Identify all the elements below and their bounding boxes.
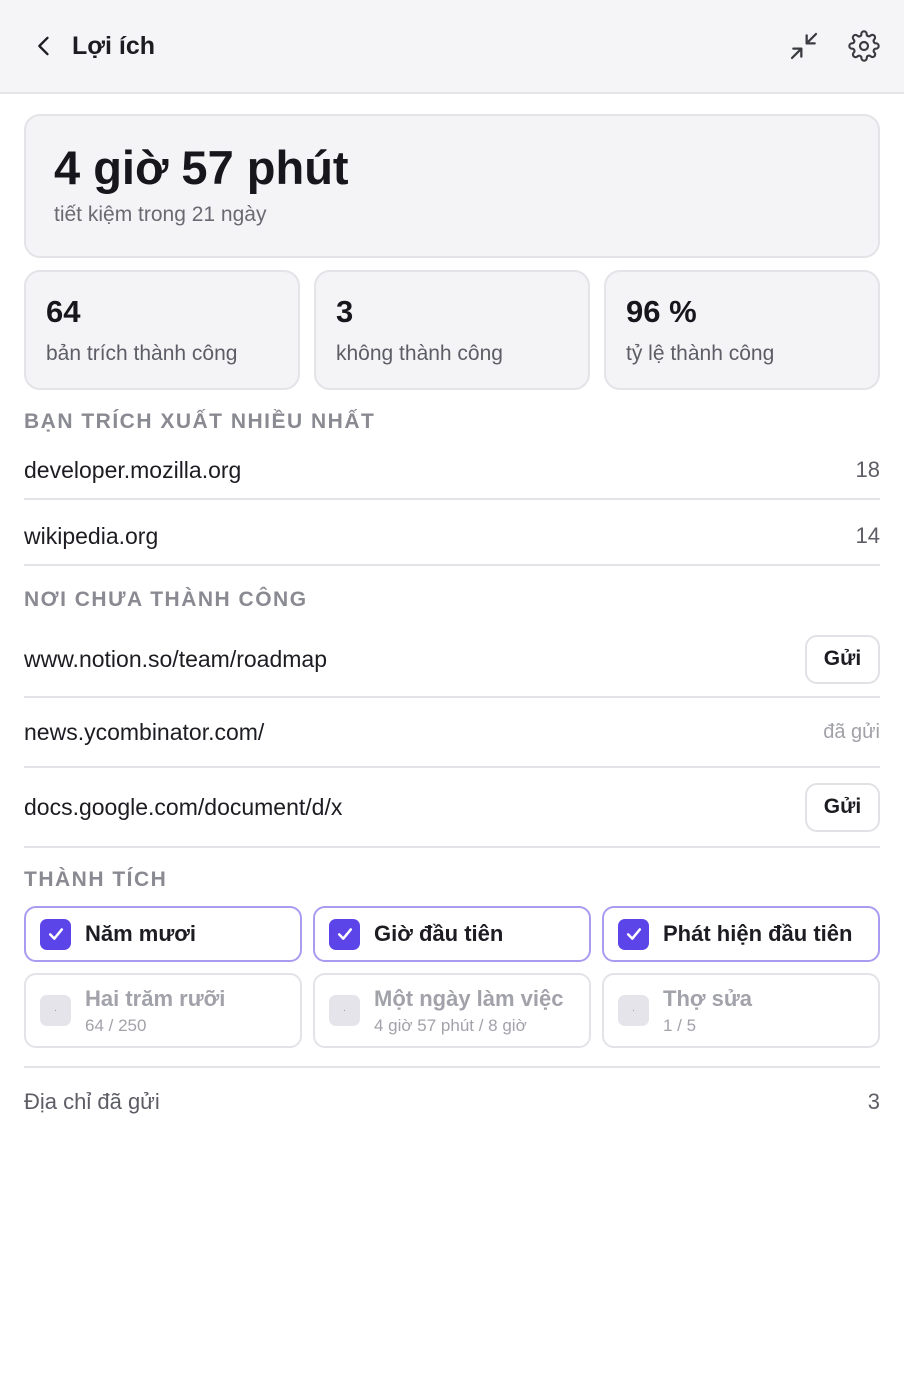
achievement-progress: 4 giờ 57 phút / 8 giờ — [374, 1015, 527, 1035]
section-title-failures: NƠI CHƯA THÀNH CÔNG — [24, 588, 308, 611]
failure-url: news.ycombinator.com/ — [24, 718, 265, 745]
back-button[interactable]: Lợi ích — [30, 32, 155, 61]
achievements-grid: Năm mươi Giờ đầu tiên Phát hiện đầu tiên… — [24, 906, 880, 1048]
header-actions — [788, 30, 880, 62]
stats-row: 64 bản trích thành công 3 không thành cô… — [24, 270, 880, 390]
stat-card-success: 64 bản trích thành công — [24, 270, 300, 390]
stat-card-rate: 96 % tỷ lệ thành công — [604, 270, 880, 390]
site-count: 14 — [855, 523, 880, 548]
app-header: Lợi ích — [0, 0, 904, 94]
send-button[interactable]: Gửi — [805, 782, 880, 832]
collapse-button[interactable] — [788, 30, 820, 62]
failure-url: www.notion.so/team/roadmap — [24, 645, 327, 672]
settings-button[interactable] — [848, 30, 880, 62]
checkbox-checked-icon — [618, 918, 649, 950]
achievement-unlocked: Năm mươi — [24, 906, 302, 962]
checkbox-unchecked-icon: · — [329, 995, 360, 1026]
achievement-label: Một ngày làm việc — [374, 985, 564, 1011]
time-saved-card: 4 giờ 57 phút tiết kiệm trong 21 ngày — [24, 114, 880, 258]
achievement-label: Thợ sửa — [663, 985, 753, 1011]
failure-row: www.notion.so/team/roadmap Gửi — [24, 612, 880, 698]
top-site-row: developer.mozilla.org 18 — [24, 434, 880, 500]
stat-value: 96 % — [626, 294, 697, 329]
section-title-achievements: THÀNH TÍCH — [24, 868, 168, 891]
sent-status: đã gửi — [823, 720, 880, 743]
achievement-label: Năm mươi — [85, 921, 197, 946]
achievement-label: Hai trăm rưỡi — [85, 985, 226, 1011]
failures-section: NƠI CHƯA THÀNH CÔNG www.notion.so/team/r… — [24, 588, 880, 848]
achievement-locked: · Thợ sửa 1 / 5 — [602, 973, 880, 1048]
send-button[interactable]: Gửi — [805, 634, 880, 684]
achievement-label: Phát hiện đầu tiên — [663, 921, 853, 946]
failure-url: docs.google.com/document/d/x — [24, 793, 343, 820]
achievement-label: Giờ đầu tiên — [374, 921, 504, 946]
checkbox-checked-icon — [40, 918, 71, 950]
sent-addresses-label: Địa chỉ đã gửi — [24, 1089, 160, 1114]
stat-value: 64 — [46, 294, 81, 329]
achievement-progress: 64 / 250 — [85, 1015, 147, 1035]
top-sites-section: BẠN TRÍCH XUẤT NHIỀU NHẤT developer.mozi… — [24, 410, 880, 566]
collapse-arrows-icon — [790, 32, 818, 60]
checkbox-unchecked-icon: · — [618, 995, 649, 1026]
stat-card-failed: 3 không thành công — [314, 270, 590, 390]
site-domain: wikipedia.org — [24, 522, 159, 549]
top-site-row: wikipedia.org 14 — [24, 500, 880, 566]
checkbox-unchecked-icon: · — [40, 995, 71, 1026]
main-content: 4 giờ 57 phút tiết kiệm trong 21 ngày 64… — [0, 94, 904, 1136]
failure-row: news.ycombinator.com/ đã gửi — [24, 698, 880, 768]
time-saved-subtitle: tiết kiệm trong 21 ngày — [54, 202, 267, 226]
sent-addresses-count: 3 — [867, 1089, 880, 1114]
stat-label: không thành công — [336, 342, 503, 365]
achievement-locked: · Một ngày làm việc 4 giờ 57 phút / 8 gi… — [313, 973, 591, 1048]
achievements-section: THÀNH TÍCH Năm mươi Giờ đầu tiên Phát hi… — [24, 868, 880, 1048]
chevron-left-icon — [38, 36, 49, 56]
site-count: 18 — [855, 457, 880, 482]
achievement-unlocked: Phát hiện đầu tiên — [602, 906, 880, 962]
gear-icon — [848, 30, 880, 62]
achievement-locked: · Hai trăm rưỡi 64 / 250 — [24, 973, 302, 1048]
time-saved-value: 4 giờ 57 phút — [54, 141, 349, 194]
checkbox-checked-icon — [329, 918, 360, 950]
failure-row: docs.google.com/document/d/x Gửi — [24, 768, 880, 848]
achievement-progress: 1 / 5 — [663, 1015, 697, 1035]
page-title: Lợi ích — [72, 31, 156, 60]
stat-label: bản trích thành công — [46, 342, 238, 365]
stat-value: 3 — [336, 294, 354, 329]
sent-addresses-row: Địa chỉ đã gửi 3 — [24, 1066, 880, 1136]
site-domain: developer.mozilla.org — [24, 456, 242, 483]
section-title-top-sites: BẠN TRÍCH XUẤT NHIỀU NHẤT — [24, 410, 376, 433]
achievement-unlocked: Giờ đầu tiên — [313, 906, 591, 962]
stat-label: tỷ lệ thành công — [626, 342, 775, 365]
